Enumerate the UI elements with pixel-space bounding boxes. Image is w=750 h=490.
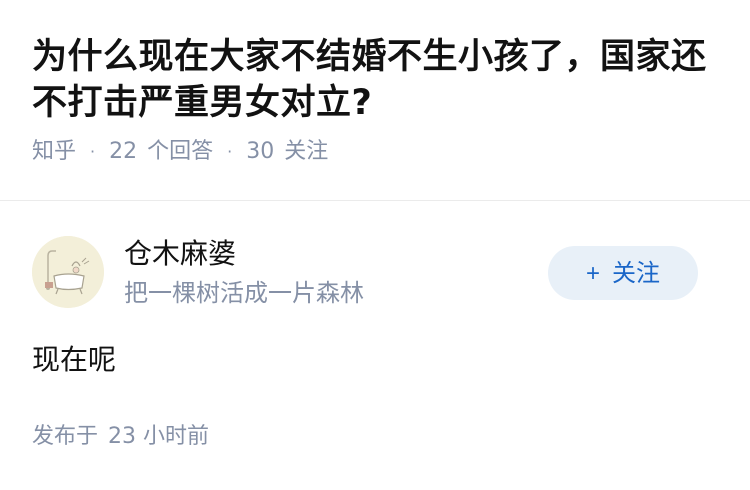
- author-bio: 把一棵树活成一片森林: [124, 279, 364, 307]
- publish-info: 发布于 23 小时前: [32, 422, 209, 452]
- published-prefix: 发布于: [32, 424, 99, 449]
- author-card: 仓木麻婆 把一棵树活成一片森林 + 关注: [32, 236, 718, 308]
- author-name[interactable]: 仓木麻婆: [124, 236, 236, 272]
- question-title[interactable]: 为什么现在大家不结婚不生小孩了，国家还不打击严重男女对立?: [32, 34, 732, 126]
- answer-count-label: 个回答: [147, 139, 214, 164]
- separator-dot: ·: [90, 142, 96, 161]
- answer-content: 现在呢: [32, 343, 117, 376]
- question-header: 为什么现在大家不结婚不生小孩了，国家还不打击严重男女对立? 知乎 · 22 个回…: [32, 34, 732, 166]
- plus-icon: +: [585, 260, 600, 287]
- question-meta: 知乎 · 22 个回答 · 30 关注: [32, 138, 732, 166]
- follow-button-label: 关注: [612, 260, 660, 287]
- source-label[interactable]: 知乎: [32, 138, 76, 166]
- section-divider: [0, 200, 750, 201]
- answer-count: 22: [109, 139, 138, 164]
- zhihu-answer-page: 为什么现在大家不结婚不生小孩了，国家还不打击严重男女对立? 知乎 · 22 个回…: [0, 0, 750, 490]
- separator-dot: ·: [227, 142, 233, 161]
- follow-count: 30: [246, 139, 275, 164]
- avatar-illustration-icon[interactable]: [32, 236, 104, 308]
- follow-count-label: 关注: [284, 139, 329, 164]
- published-time: 23 小时前: [108, 424, 210, 449]
- follow-button[interactable]: + 关注: [548, 246, 698, 300]
